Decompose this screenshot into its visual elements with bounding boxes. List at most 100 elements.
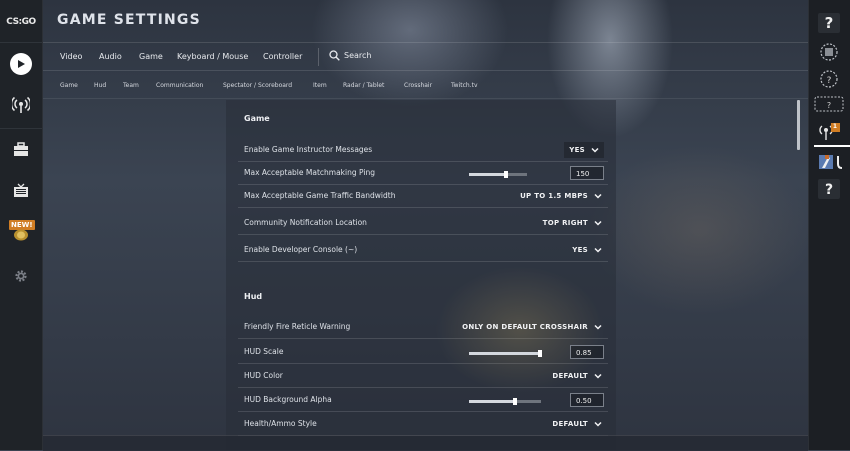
slider-fill — [469, 352, 539, 355]
tab-controller[interactable]: Controller — [263, 52, 302, 61]
sub-tab-bar: Game Hud Team Communication Spectator / … — [43, 71, 808, 99]
friendly-fire-dropdown[interactable]: ONLY ON DEFAULT CROSSHAIR — [438, 319, 603, 335]
dropdown-value: YES — [572, 246, 588, 254]
svg-text:?: ? — [825, 14, 834, 32]
subtab-item[interactable]: Item — [313, 82, 327, 89]
setting-label: Enable Game Instructor Messages — [244, 145, 373, 154]
tab-game[interactable]: Game — [139, 52, 163, 61]
tab-keyboard-mouse[interactable]: Keyboard / Mouse — [177, 52, 248, 61]
dropdown-value: YES — [569, 146, 585, 154]
player-avatar-icon — [819, 155, 843, 169]
tab-divider — [318, 48, 319, 66]
scrollbar-thumb[interactable] — [797, 100, 800, 150]
rail-divider — [0, 42, 42, 43]
setting-row-health-ammo-style: Health/Ammo Style DEFAULT — [238, 413, 608, 436]
setting-label: HUD Scale — [244, 347, 284, 356]
slider-fill — [469, 173, 505, 176]
chevron-down-icon — [594, 220, 602, 226]
csgo-logo[interactable]: CS:GO — [4, 12, 38, 32]
notification-count-badge: 1 — [832, 123, 838, 130]
subtab-spectator-scoreboard[interactable]: Spectator / Scoreboard — [223, 82, 292, 89]
chevron-down-icon — [594, 247, 602, 253]
tab-audio[interactable]: Audio — [99, 52, 122, 61]
watch-broadcast-button[interactable] — [10, 94, 32, 116]
play-button[interactable] — [10, 53, 32, 75]
help-button[interactable]: ? — [813, 12, 845, 34]
friend-avatar-1[interactable] — [813, 41, 845, 63]
setting-label: HUD Color — [244, 371, 283, 380]
settings-button[interactable] — [13, 268, 29, 284]
setting-label: Enable Developer Console (~) — [244, 245, 358, 254]
hud-scale-input[interactable]: 0.85 — [570, 345, 604, 359]
setting-label: Community Notification Location — [244, 218, 367, 227]
briefcase-icon — [14, 141, 28, 156]
hud-color-dropdown[interactable]: DEFAULT — [478, 368, 603, 384]
unknown-avatar-icon: ? — [820, 70, 838, 88]
setting-label: HUD Background Alpha — [244, 395, 332, 404]
broadcast-icon — [12, 96, 30, 113]
setting-row-friendly-fire: Friendly Fire Reticle Warning ONLY ON DE… — [238, 316, 608, 339]
main-tab-bar: Video Audio Game Keyboard / Mouse Contro… — [43, 43, 808, 71]
gear-icon — [15, 270, 27, 282]
friend-avatar-3[interactable]: ? — [813, 93, 845, 115]
slider-fill — [469, 400, 514, 403]
svg-text:?: ? — [825, 182, 833, 198]
search-button[interactable]: Search — [329, 50, 371, 61]
dropdown-value: TOP RIGHT — [542, 219, 588, 227]
chevron-down-icon — [594, 373, 602, 379]
setting-label: Friendly Fire Reticle Warning — [244, 322, 351, 331]
hud-scale-slider[interactable] — [469, 350, 542, 357]
question-icon: ? — [818, 179, 840, 199]
hud-background-alpha-input[interactable]: 0.50 — [570, 393, 604, 407]
chevron-down-icon — [594, 193, 602, 199]
inventory-button[interactable] — [11, 139, 31, 159]
watch-button[interactable] — [11, 180, 31, 200]
active-indicator — [814, 145, 850, 147]
tab-video[interactable]: Video — [60, 52, 82, 61]
setting-row-hud-background-alpha: HUD Background Alpha 0.50 — [238, 389, 608, 412]
search-label: Search — [344, 51, 372, 60]
developer-console-dropdown[interactable]: YES — [478, 242, 603, 258]
subtab-twitch[interactable]: Twitch.tv — [451, 82, 478, 89]
section-title-hud: Hud — [244, 292, 263, 301]
friend-avatar-4[interactable] — [813, 151, 845, 173]
setting-label: Max Acceptable Game Traffic Bandwidth — [244, 191, 396, 200]
subtab-communication[interactable]: Communication — [156, 82, 203, 89]
play-icon — [18, 60, 25, 68]
question-icon: ? — [818, 13, 840, 33]
dropdown-value: DEFAULT — [552, 372, 588, 380]
svg-text:?: ? — [827, 76, 832, 86]
setting-row-game-instructor: Enable Game Instructor Messages YES — [238, 139, 608, 162]
slider-knob[interactable] — [538, 350, 542, 357]
setting-row-developer-console: Enable Developer Console (~) YES — [238, 239, 608, 262]
slider-knob[interactable] — [513, 398, 517, 405]
subtab-team[interactable]: Team — [123, 82, 139, 89]
subtab-crosshair[interactable]: Crosshair — [404, 82, 432, 89]
subtab-radar-tablet[interactable]: Radar / Tablet — [343, 82, 384, 89]
matchmaking-ping-input[interactable]: 150 — [570, 166, 604, 180]
section-title-game: Game — [244, 114, 270, 123]
notification-location-dropdown[interactable]: TOP RIGHT — [478, 215, 603, 231]
subtab-hud[interactable]: Hud — [94, 82, 106, 89]
broadcast-notifications-button[interactable] — [813, 120, 845, 142]
page-title: GAME SETTINGS — [57, 12, 201, 28]
traffic-bandwidth-dropdown[interactable]: UP TO 1.5 MBPS — [478, 188, 603, 204]
slider-knob[interactable] — [504, 171, 508, 178]
avatar-icon — [820, 43, 838, 61]
bottom-bar — [43, 435, 808, 451]
left-navigation-rail: CS:GO NEW! — [0, 0, 43, 450]
setting-row-notification-location: Community Notification Location TOP RIGH… — [238, 212, 608, 235]
hud-background-alpha-slider[interactable] — [469, 398, 541, 405]
dropdown-value: ONLY ON DEFAULT CROSSHAIR — [462, 323, 588, 331]
game-instructor-dropdown[interactable]: YES — [564, 142, 604, 158]
friend-avatar-2[interactable]: ? — [813, 68, 845, 90]
matchmaking-ping-slider[interactable] — [469, 171, 527, 178]
dropdown-value: DEFAULT — [552, 420, 588, 428]
rail-divider — [0, 128, 42, 129]
setting-row-traffic-bandwidth: Max Acceptable Game Traffic Bandwidth UP… — [238, 185, 608, 208]
tv-icon — [14, 183, 28, 197]
subtab-game[interactable]: Game — [60, 82, 78, 89]
health-ammo-style-dropdown[interactable]: DEFAULT — [478, 416, 603, 432]
help-button-secondary[interactable]: ? — [813, 178, 845, 200]
operation-button[interactable] — [12, 228, 30, 242]
